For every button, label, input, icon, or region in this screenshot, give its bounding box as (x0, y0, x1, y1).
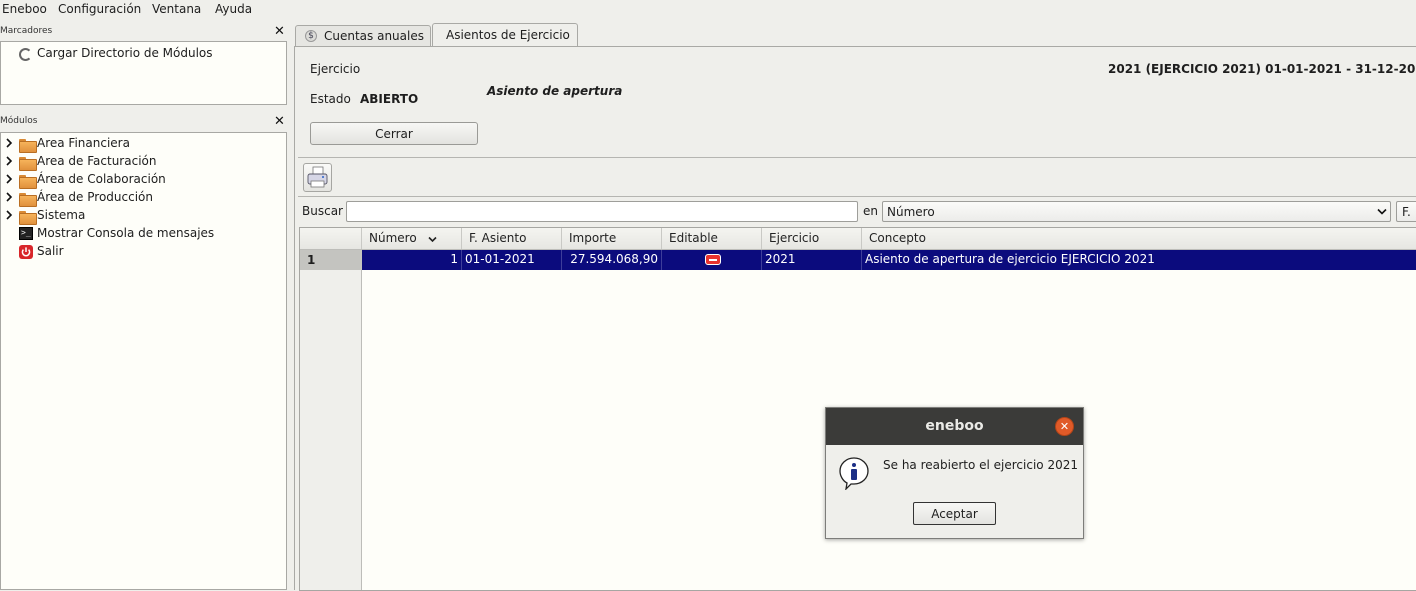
print-button[interactable] (303, 163, 332, 192)
module-item-sistema[interactable]: Sistema (1, 207, 286, 225)
separator (298, 196, 1416, 197)
module-item-area-facturacion[interactable]: Area de Facturación (1, 153, 286, 171)
search-extra-label: F. (1402, 205, 1411, 219)
module-item-consola[interactable]: >_ Mostrar Consola de mensajes (1, 225, 286, 243)
folder-icon (19, 173, 37, 189)
row-header-column (300, 228, 362, 590)
folder-icon (19, 137, 37, 153)
printer-icon (307, 166, 328, 188)
bookmark-item-label: Cargar Directorio de Módulos (37, 46, 213, 60)
separator (298, 157, 1416, 158)
cell-ejercicio: 2021 (762, 250, 862, 270)
chevron-right-icon[interactable] (4, 155, 14, 167)
bookmarks-panel: Cargar Directorio de Módulos (0, 41, 287, 105)
column-header-concepto[interactable]: Concepto (862, 228, 1416, 249)
no-entry-icon (705, 254, 721, 265)
aceptar-button[interactable]: Aceptar (913, 502, 996, 525)
column-header-label: Concepto (869, 231, 926, 245)
module-item-area-financiera[interactable]: Area Financiera (1, 135, 286, 153)
menu-bar: Eneboo Configuración Ventana Ayuda (0, 0, 1416, 20)
folder-icon (19, 155, 37, 171)
column-header-numero[interactable]: Número (362, 228, 462, 249)
column-header-label: Número (369, 231, 417, 245)
cell-fecha: 01-01-2021 (462, 250, 562, 270)
cerrar-button[interactable]: Cerrar (310, 122, 478, 145)
bookmarks-close-icon[interactable]: ✕ (274, 25, 285, 38)
money-icon: $ (305, 30, 317, 42)
table-row[interactable]: 1 01-01-2021 27.594.068,90 2021 Asiento … (362, 250, 1416, 270)
bookmark-item[interactable]: Cargar Directorio de Módulos (1, 45, 286, 63)
module-item-label: Área de Producción (37, 190, 153, 204)
corner-header (300, 228, 362, 249)
tab-label: Asientos de Ejercicio (446, 28, 570, 42)
search-in-label: en (863, 204, 878, 218)
ejercicio-label: Ejercicio (310, 62, 361, 76)
column-header-fecha[interactable]: F. Asiento (462, 228, 562, 249)
column-header-editable[interactable]: Editable (662, 228, 762, 249)
menu-ayuda[interactable]: Ayuda (215, 2, 252, 16)
bookmarks-dock-title: Marcadores (0, 26, 53, 36)
column-header-importe[interactable]: Importe (562, 228, 662, 249)
column-header-label: Editable (669, 231, 718, 245)
table-header: Número F. Asiento Importe Editable Ejerc… (300, 228, 1416, 250)
close-icon[interactable]: ✕ (1055, 417, 1074, 436)
modules-tree: Area Financiera Area de Facturación Área… (0, 132, 287, 590)
dialog-title: eneboo (925, 418, 984, 434)
cell-editable (662, 250, 762, 270)
module-item-label: Sistema (37, 208, 86, 222)
chevron-right-icon[interactable] (4, 191, 14, 203)
search-field-selected: Número (887, 205, 935, 219)
sort-desc-icon (428, 236, 437, 243)
spinner-icon (19, 47, 35, 61)
menu-ventana[interactable]: Ventana (152, 2, 201, 16)
module-item-area-colaboracion[interactable]: Área de Colaboración (1, 171, 286, 189)
dialog-message: Se ha reabierto el ejercicio 2021 (883, 458, 1078, 472)
column-header-ejercicio[interactable]: Ejercicio (762, 228, 862, 249)
module-item-label: Area de Facturación (37, 154, 157, 168)
chevron-right-icon[interactable] (4, 173, 14, 185)
terminal-icon: >_ (19, 227, 35, 241)
estado-label: Estado (310, 92, 351, 106)
column-header-label: Importe (569, 231, 617, 245)
module-item-label: Mostrar Consola de mensajes (37, 226, 215, 240)
power-icon (19, 245, 35, 259)
menu-eneboo[interactable]: Eneboo (2, 2, 47, 16)
module-item-area-produccion[interactable]: Área de Producción (1, 189, 286, 207)
info-icon (839, 457, 869, 490)
column-header-label: F. Asiento (469, 231, 527, 245)
tab-asientos-ejercicio[interactable]: Asientos de Ejercicio (432, 23, 578, 47)
search-extra-field[interactable]: F. (1396, 201, 1416, 222)
search-label: Buscar (302, 204, 343, 218)
module-item-label: Salir (37, 244, 64, 258)
module-item-salir[interactable]: Salir (1, 243, 286, 261)
chevron-right-icon[interactable] (4, 137, 14, 149)
cell-concepto: Asiento de apertura de ejercicio EJERCIC… (865, 252, 1155, 266)
chevron-down-icon (1377, 208, 1387, 215)
folder-icon (19, 209, 37, 225)
menu-configuracion[interactable]: Configuración (58, 2, 141, 16)
row-header[interactable]: 1 (300, 250, 362, 270)
estado-value: ABIERTO (360, 92, 419, 106)
cell-numero: 1 (362, 250, 462, 270)
column-header-label: Ejercicio (769, 231, 820, 245)
chevron-right-icon[interactable] (4, 209, 14, 221)
ejercicio-value: 2021 (EJERCICIO 2021) 01-01-2021 - 31-12… (1108, 62, 1416, 76)
tab-cuentas-anuales[interactable]: $ Cuentas anuales (295, 25, 431, 46)
folder-icon (19, 191, 37, 207)
modules-close-icon[interactable]: ✕ (274, 115, 285, 128)
dialog-titlebar: eneboo ✕ (826, 408, 1083, 445)
search-field-select[interactable]: Número (882, 201, 1391, 222)
search-input[interactable] (346, 201, 858, 222)
message-dialog: eneboo ✕ Se ha reabierto el ejercicio 20… (825, 407, 1084, 539)
asiento-subtitle: Asiento de apertura (487, 84, 623, 98)
cell-importe: 27.594.068,90 (562, 250, 662, 270)
module-item-label: Área de Colaboración (37, 172, 166, 186)
modules-dock-title: Módulos (0, 116, 38, 126)
module-item-label: Area Financiera (37, 136, 130, 150)
tab-label: Cuentas anuales (324, 29, 424, 43)
